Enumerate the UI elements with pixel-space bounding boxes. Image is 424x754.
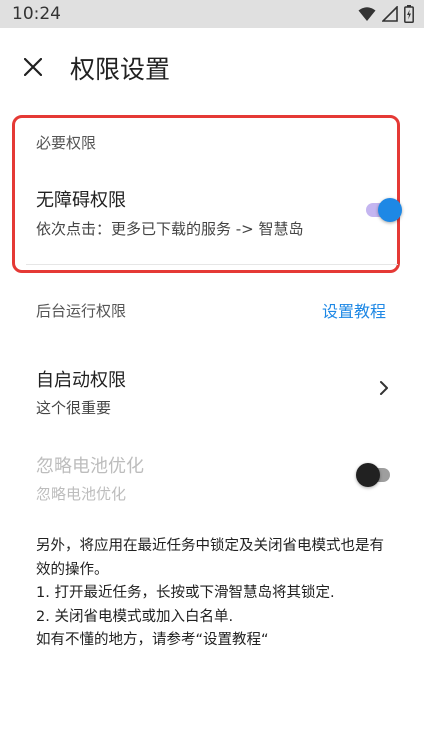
- note-line: 如有不懂的地方，请参考“设置教程“: [36, 632, 269, 648]
- accessibility-subtitle: 依次点击：更多已下载的服务 -> 智慧岛: [36, 220, 304, 238]
- autostart-title[interactable]: 自启动权限: [36, 366, 126, 392]
- app-bar: 权限设置: [0, 28, 424, 104]
- note-line: 1. 打开最近任务，长按或下滑智慧岛将其锁定.: [36, 585, 335, 601]
- note-line: 另外，将应用在最近任务中锁定及关闭省电模式也是有效的操作。: [36, 538, 384, 578]
- note-line: 2. 关闭省电模式或加入白名单.: [36, 608, 234, 625]
- section-label-required: 必要权限: [36, 134, 97, 152]
- switch-thumb: [378, 198, 402, 222]
- page-title: 权限设置: [70, 55, 171, 84]
- close-button[interactable]: [16, 50, 50, 84]
- switch-thumb: [356, 463, 380, 487]
- note-text: 另外，将应用在最近任务中锁定及关闭省电模式也是有效的操作。 1. 打开最近任务，…: [36, 535, 396, 653]
- wifi-icon: [358, 7, 376, 21]
- signal-icon: [382, 6, 398, 22]
- autostart-subtitle: 这个很重要: [36, 399, 112, 417]
- battery-icon: [404, 5, 414, 23]
- status-icons: [358, 5, 414, 23]
- divider: [26, 264, 398, 265]
- battery-title: 忽略电池优化: [36, 456, 144, 477]
- close-icon: [24, 58, 42, 76]
- accessibility-title: 无障碍权限: [36, 190, 126, 211]
- accessibility-switch[interactable]: [366, 198, 402, 222]
- status-time: 10:24: [12, 4, 61, 24]
- battery-switch[interactable]: [356, 463, 390, 487]
- status-bar: 10:24: [0, 0, 424, 28]
- tutorial-link[interactable]: 设置教程: [322, 298, 386, 322]
- battery-subtitle: 忽略电池优化: [36, 485, 127, 503]
- chevron-right-icon[interactable]: [374, 378, 394, 398]
- background-run-label: 后台运行权限: [36, 302, 127, 320]
